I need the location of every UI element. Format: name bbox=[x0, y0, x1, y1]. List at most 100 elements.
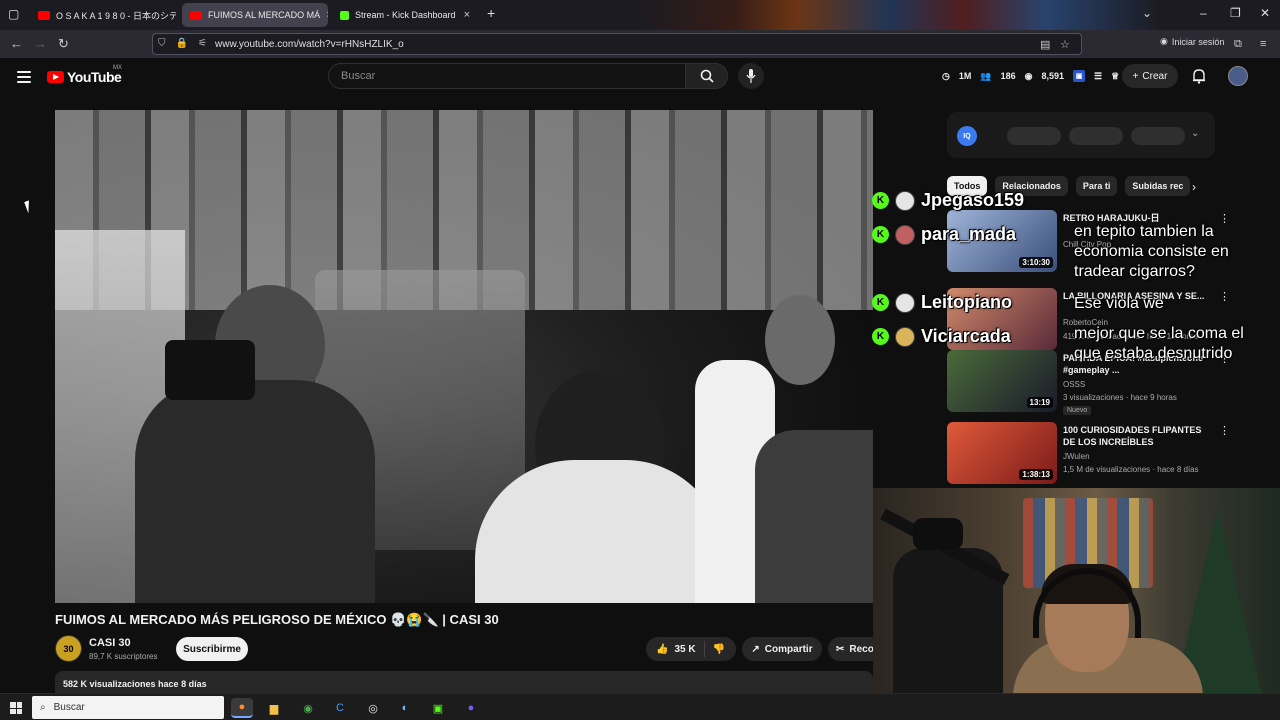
extension-logo-icon[interactable]: IQ bbox=[957, 126, 977, 146]
thumbs-down-icon: 👎 bbox=[712, 643, 726, 655]
chat-message: Ese viola we bbox=[1074, 295, 1164, 312]
video-thumbnail[interactable]: 13:19 bbox=[947, 350, 1057, 412]
search-button[interactable] bbox=[686, 63, 728, 89]
browser-tab-strip: ▢ O S A K A 1 9 8 0 - 日本のシティ × FUIMOS AL… bbox=[0, 0, 1280, 30]
bookmark-star-icon[interactable]: ☆ bbox=[1060, 38, 1070, 51]
firefox-icon[interactable]: ● bbox=[231, 698, 253, 718]
address-bar[interactable]: www.youtube.com/watch?v=rHNsHZLIK_o bbox=[152, 33, 1082, 55]
channel-name[interactable]: CASI 30 bbox=[89, 637, 131, 649]
extension-pill[interactable] bbox=[1131, 127, 1185, 145]
chrome-icon[interactable]: ◉ bbox=[297, 698, 319, 718]
file-explorer-icon[interactable]: ▆ bbox=[263, 698, 285, 718]
share-button[interactable]: ↗ Compartir bbox=[742, 637, 822, 661]
tab-list-icon[interactable]: ▢ bbox=[8, 7, 19, 21]
clip-button[interactable]: ✂ Recortar bbox=[828, 637, 878, 661]
url-site-info: ⛉ 🔒 ⚟ bbox=[158, 38, 207, 49]
video-frame-person bbox=[475, 460, 725, 603]
screen: ▢ O S A K A 1 9 8 0 - 日本のシティ × FUIMOS AL… bbox=[0, 0, 1280, 720]
chat-avatar bbox=[895, 326, 915, 347]
description-meta: 582 K visualizaciones hace 8 días bbox=[63, 679, 207, 689]
like-button[interactable]: 👍 35 K bbox=[646, 641, 705, 657]
chat-user-row: K Jpegaso159 bbox=[872, 190, 1024, 211]
search-icon: ⌕ bbox=[40, 702, 46, 713]
video-duration: 3:10:30 bbox=[1019, 257, 1053, 268]
kick-favicon-icon bbox=[340, 10, 349, 20]
chevron-down-icon[interactable]: ⌄ bbox=[1142, 6, 1152, 20]
youtube-header: YouTube MX Buscar ◷ 1M 👥 186 ◉ 8,591 ▣ ☰… bbox=[0, 58, 1280, 98]
recommendation-item[interactable]: 1:38:13 100 CURIOSIDADES FLIPANTES DE LO… bbox=[947, 422, 1247, 488]
recommendation-title[interactable]: 100 CURIOSIDADES FLIPANTES DE LOS INCREÍ… bbox=[1063, 424, 1213, 448]
tab-osaka[interactable]: O S A K A 1 9 8 0 - 日本のシティ × bbox=[30, 3, 176, 27]
close-tab-icon[interactable]: × bbox=[464, 9, 470, 21]
obs-icon[interactable]: ◎ bbox=[362, 698, 384, 718]
menu-icon[interactable]: ≡ bbox=[1260, 38, 1266, 50]
video-player[interactable] bbox=[55, 110, 873, 603]
kick-icon[interactable]: ▣ bbox=[427, 698, 449, 718]
tab-fuimos-al-mercado[interactable]: FUIMOS AL MERCADO MÁ × bbox=[182, 3, 328, 27]
dislike-button[interactable]: 👎 bbox=[705, 644, 733, 655]
video-duration: 13:19 bbox=[1026, 397, 1053, 408]
tab-label: FUIMOS AL MERCADO MÁ bbox=[208, 10, 321, 20]
notifications-bell-icon[interactable] bbox=[1192, 68, 1206, 84]
restore-icon[interactable]: ❐ bbox=[1230, 6, 1241, 20]
country-code: MX bbox=[113, 65, 122, 71]
new-tab-plus-icon[interactable]: + bbox=[487, 5, 495, 21]
reader-view-icon[interactable]: ▤ bbox=[1040, 38, 1050, 51]
windows-start-icon[interactable] bbox=[10, 702, 22, 714]
more-vert-icon[interactable]: ⋮ bbox=[1219, 290, 1230, 303]
tab-kick-dashboard[interactable]: Stream - Kick Dashboard × bbox=[332, 3, 478, 27]
signin-button[interactable]: ◉ Iniciar sesión bbox=[1160, 36, 1224, 47]
chat-user-row: K Leitopiano bbox=[872, 292, 1012, 313]
thumbs-up-icon: 👍 bbox=[656, 643, 669, 655]
clock-icon: ◷ bbox=[942, 70, 950, 81]
page-settings-icon[interactable]: ⚟ bbox=[198, 38, 207, 49]
search-icon bbox=[700, 69, 714, 83]
more-vert-icon[interactable]: ⋮ bbox=[1219, 424, 1230, 437]
steam-icon[interactable]: ◐ bbox=[394, 698, 416, 718]
extension-list-icon[interactable]: ☰ bbox=[1094, 71, 1102, 82]
chip-para-ti[interactable]: Para ti bbox=[1075, 176, 1118, 196]
like-count: 35 K bbox=[674, 643, 696, 655]
tab-strip-background-art bbox=[640, 0, 1160, 30]
youtube-logo[interactable]: YouTube MX bbox=[47, 65, 122, 85]
chevron-down-icon[interactable]: ⌄ bbox=[1191, 128, 1199, 139]
discord-icon[interactable]: ● bbox=[460, 698, 482, 718]
trophy-icon[interactable]: ♕ bbox=[1111, 71, 1119, 82]
close-tab-icon[interactable]: × bbox=[326, 9, 328, 21]
forward-arrow-icon[interactable]: → bbox=[34, 36, 47, 51]
voice-search-button[interactable] bbox=[738, 63, 764, 89]
extension-badge-icon[interactable]: ▣ bbox=[1073, 70, 1086, 82]
close-window-icon[interactable]: ✕ bbox=[1260, 6, 1270, 20]
recommendation-channel[interactable]: OSSS bbox=[1063, 380, 1085, 389]
lock-icon[interactable]: 🔒 bbox=[176, 38, 188, 49]
logo-wordmark: YouTube bbox=[67, 69, 122, 85]
extensions-icon[interactable]: ⧉ bbox=[1234, 38, 1242, 51]
back-arrow-icon[interactable]: ← bbox=[10, 36, 23, 51]
recommendation-channel[interactable]: JWulen bbox=[1063, 452, 1090, 461]
channel-avatar[interactable]: 30 bbox=[55, 635, 82, 662]
windows-taskbar: ⌕ Buscar ● ▆ ◉ C ◎ ◐ ▣ ● bbox=[0, 693, 1280, 720]
chat-username: Leitopiano bbox=[921, 292, 1012, 312]
app-c-icon[interactable]: C bbox=[329, 698, 351, 718]
minimize-icon[interactable]: – bbox=[1200, 6, 1207, 20]
kick-badge-icon: K bbox=[872, 226, 889, 243]
video-title: FUIMOS AL MERCADO MÁS PELIGROSO DE MÉXIC… bbox=[55, 612, 499, 627]
create-button[interactable]: + Crear bbox=[1122, 64, 1178, 88]
extension-pill[interactable] bbox=[1069, 127, 1123, 145]
extension-pill[interactable] bbox=[1007, 127, 1061, 145]
webcam-overlay bbox=[873, 488, 1280, 700]
video-frame-person bbox=[765, 295, 835, 385]
kick-badge-icon: K bbox=[872, 192, 889, 209]
chevron-right-icon[interactable]: › bbox=[1192, 180, 1196, 194]
account-avatar[interactable] bbox=[1228, 66, 1248, 86]
reload-icon[interactable]: ↻ bbox=[58, 36, 69, 52]
extension-stats: ◷ 1M 👥 186 ◉ 8,591 ▣ ☰ ♕ bbox=[942, 70, 1119, 82]
subscribe-button[interactable]: Suscribirme bbox=[176, 637, 248, 661]
url-text: www.youtube.com/watch?v=rHNsHZLIK_o bbox=[215, 38, 404, 50]
video-thumbnail[interactable]: 1:38:13 bbox=[947, 422, 1057, 484]
shield-icon[interactable]: ⛉ bbox=[158, 38, 166, 49]
chip-subidas-recientes[interactable]: Subidas rec bbox=[1125, 176, 1191, 196]
search-input[interactable]: Buscar bbox=[328, 63, 686, 89]
taskbar-search[interactable]: ⌕ Buscar bbox=[32, 696, 224, 719]
hamburger-menu-icon[interactable] bbox=[17, 71, 31, 83]
